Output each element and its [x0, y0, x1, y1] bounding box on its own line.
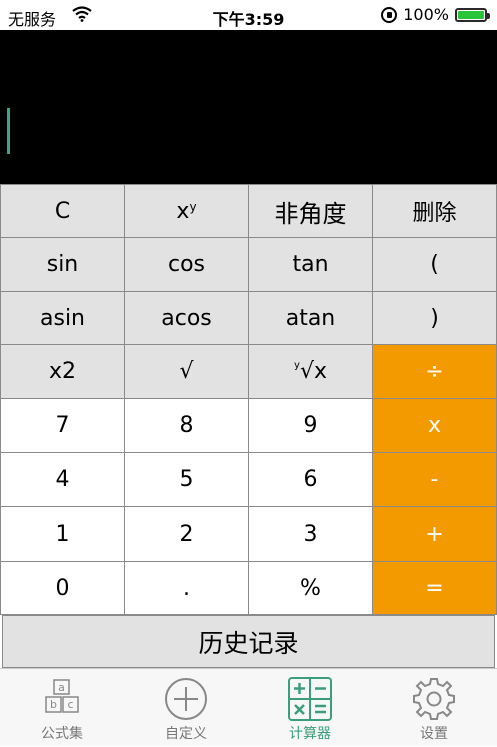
left-paren-label: (	[430, 252, 439, 277]
decimal-point-button[interactable]: .	[124, 561, 249, 615]
minus-label: -	[430, 467, 439, 492]
percent-label: %	[300, 575, 321, 601]
tab-formulas[interactable]: a b c 公式集	[0, 669, 124, 747]
acos-label: acos	[161, 305, 212, 331]
tan-button[interactable]: tan	[248, 237, 373, 292]
tab-bar: a b c 公式集 自定义 计算器 设置	[0, 668, 497, 746]
equals-label: =	[425, 575, 444, 601]
digit-9-button[interactable]: 9	[248, 398, 373, 453]
square-label: x2	[48, 359, 77, 384]
asin-button[interactable]: asin	[0, 291, 125, 345]
right-paren-button[interactable]: )	[372, 291, 497, 345]
multiply-label: x	[427, 413, 442, 438]
angle-mode-label: 非角度	[274, 199, 347, 228]
power-base-label: x	[176, 198, 190, 224]
svg-text:a: a	[58, 681, 65, 694]
tab-settings-label: 设置	[420, 726, 448, 742]
tab-calculator[interactable]: 计算器	[248, 669, 372, 747]
add-circle-icon	[165, 678, 207, 720]
multiply-button[interactable]: x	[372, 398, 497, 453]
sqrt-button[interactable]: √	[124, 344, 249, 399]
tan-label: tan	[292, 252, 329, 277]
cos-label: cos	[167, 252, 206, 277]
formula-blocks-icon: a b c	[45, 679, 79, 713]
digit-2-label: 2	[179, 521, 194, 547]
divide-button[interactable]: ÷	[372, 344, 497, 399]
square-button[interactable]: x2	[0, 344, 125, 399]
digit-3-button[interactable]: 3	[248, 506, 373, 562]
equals-button[interactable]: =	[372, 561, 497, 615]
history-label: 历史记录	[198, 628, 299, 658]
digit-8-button[interactable]: 8	[124, 398, 249, 453]
percent-button[interactable]: %	[248, 561, 373, 615]
sin-label: sin	[46, 252, 79, 277]
digit-6-button[interactable]: 6	[248, 452, 373, 507]
digit-3-label: 3	[303, 521, 318, 547]
digit-4-label: 4	[55, 467, 70, 492]
tab-formulas-label: 公式集	[41, 726, 83, 742]
history-button[interactable]: 历史记录	[2, 615, 495, 668]
acos-button[interactable]: acos	[124, 291, 249, 345]
angle-mode-button[interactable]: 非角度	[248, 184, 373, 238]
svg-text:c: c	[67, 698, 73, 711]
status-bar: 无服务 下午3:59 100%	[0, 0, 497, 30]
clear-button[interactable]: C	[0, 184, 125, 238]
nth-root-button[interactable]: y √x	[248, 344, 373, 399]
cos-button[interactable]: cos	[124, 237, 249, 292]
tab-custom[interactable]: 自定义	[124, 669, 248, 747]
calculator-display[interactable]	[0, 30, 497, 184]
digit-1-label: 1	[55, 521, 70, 547]
left-paren-button[interactable]: (	[372, 237, 497, 292]
atan-button[interactable]: atan	[248, 291, 373, 345]
calculator-icon	[288, 677, 332, 721]
sin-button[interactable]: sin	[0, 237, 125, 292]
digit-4-button[interactable]: 4	[0, 452, 125, 507]
root-body-label: √x	[299, 359, 327, 384]
power-button[interactable]: xy	[124, 184, 249, 238]
tab-calculator-label: 计算器	[289, 726, 331, 742]
sqrt-label: √	[179, 359, 194, 384]
gear-icon	[413, 678, 455, 720]
plus-button[interactable]: +	[372, 506, 497, 562]
digit-7-button[interactable]: 7	[0, 398, 125, 453]
root-index-label: y	[294, 360, 300, 371]
rotation-lock-icon	[381, 6, 398, 23]
plus-label: +	[425, 521, 444, 547]
minus-button[interactable]: -	[372, 452, 497, 507]
digit-8-label: 8	[179, 413, 194, 438]
delete-button[interactable]: 删除	[372, 184, 497, 238]
digit-0-button[interactable]: 0	[0, 561, 125, 615]
text-cursor	[7, 108, 10, 154]
tab-settings[interactable]: 设置	[372, 669, 496, 747]
digit-6-label: 6	[303, 467, 318, 492]
battery-icon	[455, 7, 490, 22]
digit-2-button[interactable]: 2	[124, 506, 249, 562]
digit-5-button[interactable]: 5	[124, 452, 249, 507]
battery-percent: 100%	[403, 5, 449, 24]
keypad: C xy 非角度 删除 sin cos tan ( asin acos atan…	[0, 184, 497, 615]
tab-custom-label: 自定义	[165, 726, 207, 742]
right-paren-label: )	[430, 305, 439, 331]
delete-label: 删除	[412, 201, 457, 226]
atan-label: atan	[285, 305, 336, 331]
svg-text:b: b	[50, 698, 57, 711]
clear-label: C	[54, 198, 71, 224]
digit-0-label: 0	[55, 575, 70, 601]
digit-7-label: 7	[55, 413, 70, 438]
power-exponent-label: y	[189, 200, 197, 214]
digit-1-button[interactable]: 1	[0, 506, 125, 562]
digit-5-label: 5	[179, 467, 194, 492]
decimal-point-label: .	[183, 575, 190, 601]
divide-label: ÷	[425, 359, 444, 384]
digit-9-label: 9	[303, 413, 318, 438]
asin-label: asin	[40, 305, 85, 331]
